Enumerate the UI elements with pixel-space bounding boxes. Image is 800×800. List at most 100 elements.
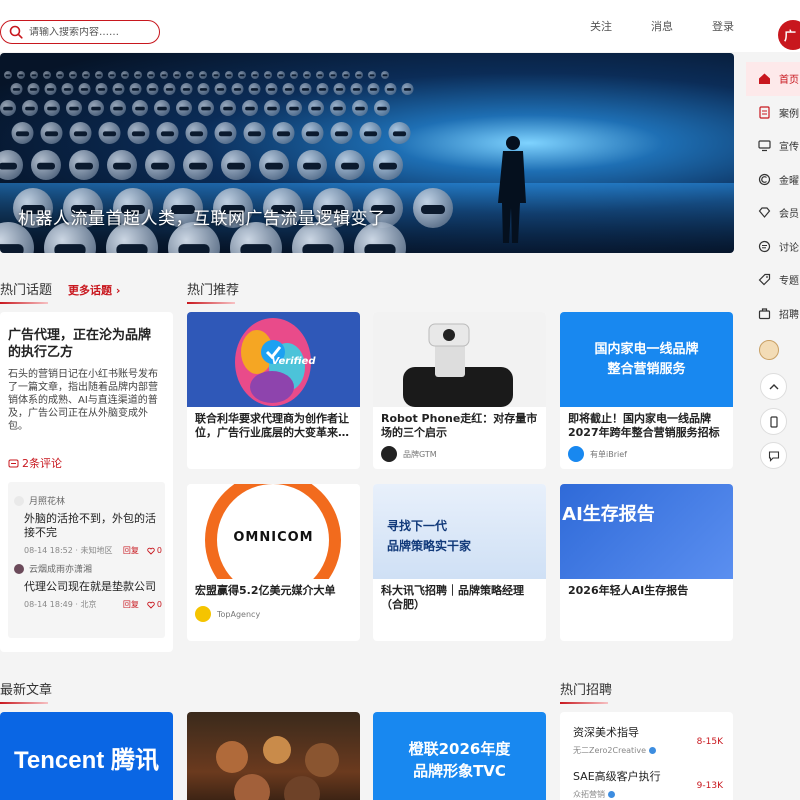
robot-visor [15,131,30,137]
monitor-icon [758,140,771,152]
comment-user[interactable]: 月照花林 [29,494,65,507]
sidebar-item-gold[interactable]: 金曜 [746,163,800,197]
section-title-hot-topics: 热门话题 [0,279,52,304]
robot-visor [333,106,343,111]
card-image: 寻找下一代 品牌策略实干家 [373,484,546,579]
job-item[interactable]: 资深美术指导 无二Zero2Creative 8-15K [573,724,723,756]
card-source[interactable]: 品牌GTM [381,446,437,462]
sidebar-item-label: 会员 [779,209,799,221]
card-title[interactable]: Robot Phone走红：对存量市场的三个启示 [381,412,541,440]
robot-visor [352,88,361,91]
robot-visor [189,162,207,170]
back-to-top-button[interactable] [760,373,787,400]
robot-visor [276,131,291,137]
card-title[interactable]: 宏盟赢得5.2亿美元媒介大单 [195,584,355,598]
topic-title[interactable]: 广告代理，正在沦为品牌的执行乙方 [8,327,160,361]
comment-user[interactable]: 云烟成雨亦潇湘 [29,562,92,575]
sidebar-nav: 首页 案例 宣传 金曜 会员 讨论 专题 招聘 [746,62,800,330]
hot-topic-card[interactable]: 广告代理，正在沦为品牌的执行乙方 石头的营销日记在小红书账号发布了一篇文章，指出… [0,312,173,652]
mobile-app-button[interactable] [760,408,787,435]
robot-visor [318,88,327,91]
sidebar-item-label: 首页 [779,75,799,87]
feedback-button[interactable] [760,442,787,469]
card-source[interactable]: TopAgency [195,606,260,622]
verified-icon [608,791,615,798]
nav-follow[interactable]: 关注 [590,18,612,34]
card-title[interactable]: 科大讯飞招聘｜品牌策略经理（合肥） [381,584,541,612]
like-button[interactable]: 0 [147,599,162,610]
sidebar-item-promo[interactable]: 宣传 [746,129,800,163]
robot-visor [303,162,321,170]
robot-visor [200,74,206,77]
sidebar-item-cases[interactable]: 案例 [746,96,800,130]
robot-visor [189,131,204,137]
card-title[interactable]: 2026年轻人AI生存报告 [568,584,728,598]
robot-visor [47,106,57,111]
job-item[interactable]: SAE高级客户执行 众拓营销 9-13K [573,768,723,800]
robot-visor [240,244,272,253]
robot-visor [247,131,262,137]
recommend-card[interactable]: 国内家电一线品牌 整合营销服务 即将截止！国内家电一线品牌2027年跨年整合营销… [560,312,733,469]
sidebar-item-vip[interactable]: 会员 [746,196,800,230]
avatar[interactable] [14,495,24,506]
like-button[interactable]: 0 [147,545,162,556]
robot-visor [161,74,167,77]
article-card[interactable]: 橙联2026年度 品牌形象TVC [373,712,546,800]
search-box[interactable] [0,20,160,44]
robot-visor [3,106,13,111]
sidebar-item-discuss[interactable]: 讨论 [746,230,800,264]
topic-comments-link[interactable]: 2条评论 [8,455,62,471]
robot-visor [0,162,17,170]
robot-phone-image [403,323,513,407]
sidebar-item-label: 招聘 [779,309,799,321]
job-company: 无二Zero2Creative [573,746,647,755]
sidebar-item-home[interactable]: 首页 [746,62,800,96]
robot-visor [44,74,50,77]
article-card[interactable]: Tencent 腾讯 [0,712,173,800]
nav-login[interactable]: 登录 [712,18,734,34]
robot-visor [403,88,412,91]
robot-visor [199,88,208,91]
nav-messages[interactable]: 消息 [651,18,673,34]
more-topics-link[interactable]: 更多话题 › [68,282,120,298]
section-title-latest: 最新文章 [0,679,52,704]
section-title-recommend: 热门推荐 [187,279,239,304]
like-count: 0 [156,546,162,555]
robot-visor [83,74,89,77]
comment-count: 2条评论 [22,457,62,470]
robot-visor [114,88,123,91]
robot-visor [291,74,297,77]
sidebar-item-jobs[interactable]: 招聘 [746,297,800,331]
robot-visor [122,74,128,77]
robot-visor [284,88,293,91]
reply-button[interactable]: 回复 [123,545,139,556]
robot-visor [289,106,299,111]
recommend-card[interactable]: Verified 联合利华要求代理商为创作者让位，广告行业底层的大变革来… [187,312,360,469]
card-title[interactable]: 即将截止！国内家电一线品牌2027年跨年整合营销服务招标 [568,412,728,440]
robot-visor [216,88,225,91]
hero-caption[interactable]: 机器人流量首超人类，互联网广告流量逻辑变了 [18,204,386,229]
recommend-card[interactable]: 寻找下一代 品牌策略实干家 科大讯飞招聘｜品牌策略经理（合肥） [373,484,546,641]
recommend-card[interactable]: AI生存报告 2026年轻人AI生存报告 [560,484,733,641]
sidebar-item-topics[interactable]: 专题 [746,263,800,297]
comment-text: 代理公司现在就是垫款公司 [24,580,156,593]
source-name: TopAgency [217,609,261,619]
search-input[interactable] [29,26,149,38]
reply-button[interactable]: 回复 [123,599,139,610]
search-icon [9,25,23,39]
robot-visor [54,244,86,253]
robot-visor [109,74,115,77]
card-title[interactable]: 联合利华要求代理商为创作者让位，广告行业底层的大变革来… [195,412,355,440]
card-source[interactable]: 有单iBrief [568,446,627,462]
recommend-card[interactable]: Robot Phone走红：对存量市场的三个启示 品牌GTM [373,312,546,469]
comment-time: 08-14 18:49 · 北京 [24,600,97,609]
article-card[interactable] [187,712,360,800]
hero-banner[interactable]: 机器人流量首超人类，互联网广告流量逻辑变了 [0,53,734,253]
robot-visor [70,74,76,77]
like-count: 0 [156,600,162,609]
site-logo[interactable]: 广 [778,20,800,50]
robot-visor [252,74,258,77]
recommend-card[interactable]: OMNICOM 宏盟赢得5.2亿美元媒介大单 TopAgency [187,484,360,641]
membership-badge-icon[interactable] [759,340,779,360]
avatar[interactable] [14,563,24,574]
